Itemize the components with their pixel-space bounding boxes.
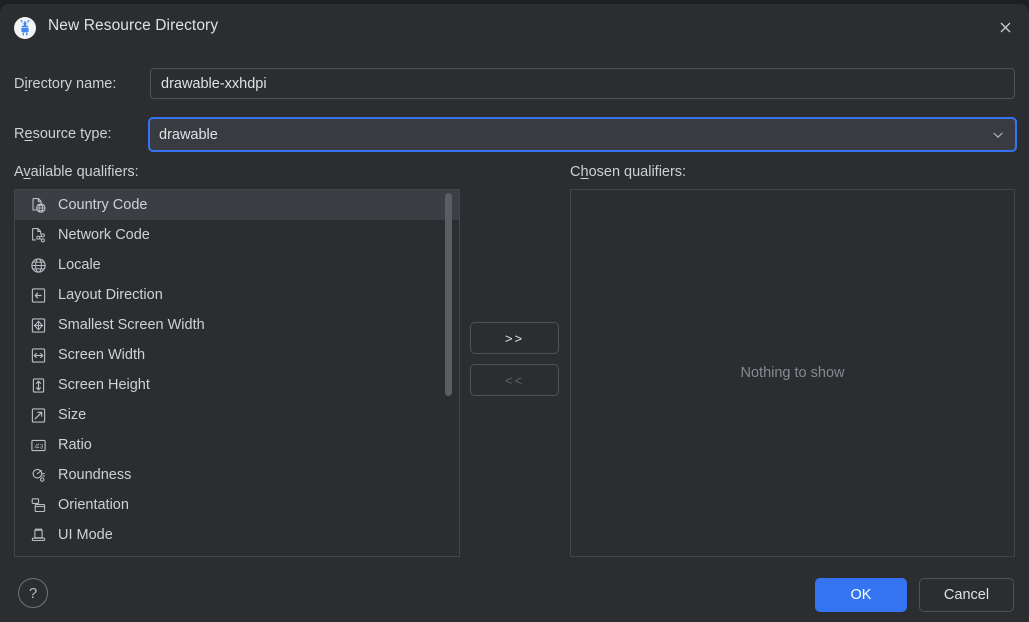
add-qualifier-button[interactable]: >> — [470, 322, 559, 354]
available-qualifiers-label: Available qualifiers: — [14, 164, 139, 180]
list-item[interactable]: Orientation — [15, 490, 459, 520]
list-item-label: Screen Width — [58, 347, 146, 363]
available-label-post: ailable qualifiers: — [30, 164, 139, 180]
list-item[interactable]: Roundness — [15, 460, 459, 490]
list-item[interactable]: UI Mode — [15, 520, 459, 550]
resource-type-label-mnemonic: e — [24, 126, 33, 142]
list-item[interactable]: 4 3 Ratio — [15, 430, 459, 460]
ok-button[interactable]: OK — [815, 578, 907, 612]
remove-qualifier-label: << — [504, 372, 525, 388]
screen-height-icon — [29, 376, 47, 394]
close-icon — [1000, 22, 1010, 32]
list-item[interactable]: Smallest Screen Width — [15, 310, 459, 340]
smallest-screen-width-icon — [29, 316, 47, 334]
layout-direction-icon — [29, 286, 47, 304]
close-button[interactable] — [987, 10, 1023, 44]
help-button[interactable]: ? — [18, 578, 48, 608]
chevron-down-icon — [981, 128, 1015, 142]
list-item-label: Screen Height — [58, 377, 150, 393]
scrollbar-thumb[interactable] — [445, 193, 452, 396]
list-item-label: Country Code — [58, 197, 148, 213]
resource-type-dropdown[interactable]: drawable — [148, 117, 1017, 152]
list-item[interactable]: Screen Width — [15, 340, 459, 370]
size-icon — [29, 406, 47, 424]
new-resource-directory-dialog: New Resource Directory Directory name: R… — [0, 4, 1029, 622]
roundness-icon — [29, 466, 47, 484]
list-item-label: Size — [58, 407, 87, 423]
resource-type-label-post: source type: — [32, 126, 112, 142]
list-item[interactable]: Size — [15, 400, 459, 430]
list-item[interactable]: Screen Height — [15, 370, 459, 400]
available-label-pre: A — [14, 164, 24, 180]
available-label-mnemonic: v — [23, 164, 31, 180]
list-item[interactable]: Locale — [15, 250, 459, 280]
network-code-icon — [29, 226, 47, 244]
add-qualifier-label: >> — [504, 330, 525, 346]
available-qualifiers-list[interactable]: Country Code Network Code Locale Layout … — [14, 189, 460, 557]
dialog-title: New Resource Directory — [48, 17, 219, 34]
list-item-label: Locale — [58, 257, 101, 273]
chosen-label-mnemonic: h — [580, 164, 589, 180]
svg-text:3: 3 — [39, 443, 43, 450]
cancel-button[interactable]: Cancel — [919, 578, 1014, 612]
resource-type-label: Resource type: — [14, 126, 112, 142]
screen-width-icon — [29, 346, 47, 364]
dialog-titlebar: New Resource Directory — [0, 4, 1029, 50]
ui-mode-icon — [29, 526, 47, 544]
chosen-empty-message: Nothing to show — [740, 365, 845, 381]
list-item-label: UI Mode — [58, 527, 113, 543]
list-item-label: Orientation — [58, 497, 129, 513]
ratio-icon: 4 3 — [29, 436, 47, 454]
remove-qualifier-button[interactable]: << — [470, 364, 559, 396]
resource-type-label-pre: R — [14, 126, 25, 142]
list-item[interactable]: Network Code — [15, 220, 459, 250]
list-item-label: Network Code — [58, 227, 150, 243]
directory-name-label-pre: D — [14, 76, 25, 92]
globe-icon — [29, 256, 47, 274]
list-item[interactable]: Country Code — [15, 190, 459, 220]
chosen-qualifiers-label: Chosen qualifiers: — [570, 164, 686, 180]
list-item-label: Layout Direction — [58, 287, 163, 303]
resource-type-value: drawable — [159, 126, 218, 143]
list-item-label: Smallest Screen Width — [58, 317, 205, 333]
chosen-qualifiers-list[interactable]: Nothing to show — [570, 189, 1015, 557]
orientation-icon — [29, 496, 47, 514]
help-icon: ? — [28, 584, 38, 602]
list-item-label: Ratio — [58, 437, 92, 453]
android-studio-icon — [13, 16, 37, 40]
available-list-scrollbar[interactable] — [444, 190, 453, 556]
directory-name-label-post: rectory name: — [27, 76, 117, 92]
list-item[interactable]: Layout Direction — [15, 280, 459, 310]
directory-name-label: Directory name: — [14, 76, 116, 92]
directory-name-input[interactable] — [150, 68, 1015, 99]
country-code-icon — [29, 196, 47, 214]
dialog-footer: ? OK Cancel — [0, 567, 1029, 622]
chosen-label-post: osen qualifiers: — [588, 164, 687, 180]
list-item-label: Roundness — [58, 467, 132, 483]
chosen-label-pre: C — [570, 164, 581, 180]
